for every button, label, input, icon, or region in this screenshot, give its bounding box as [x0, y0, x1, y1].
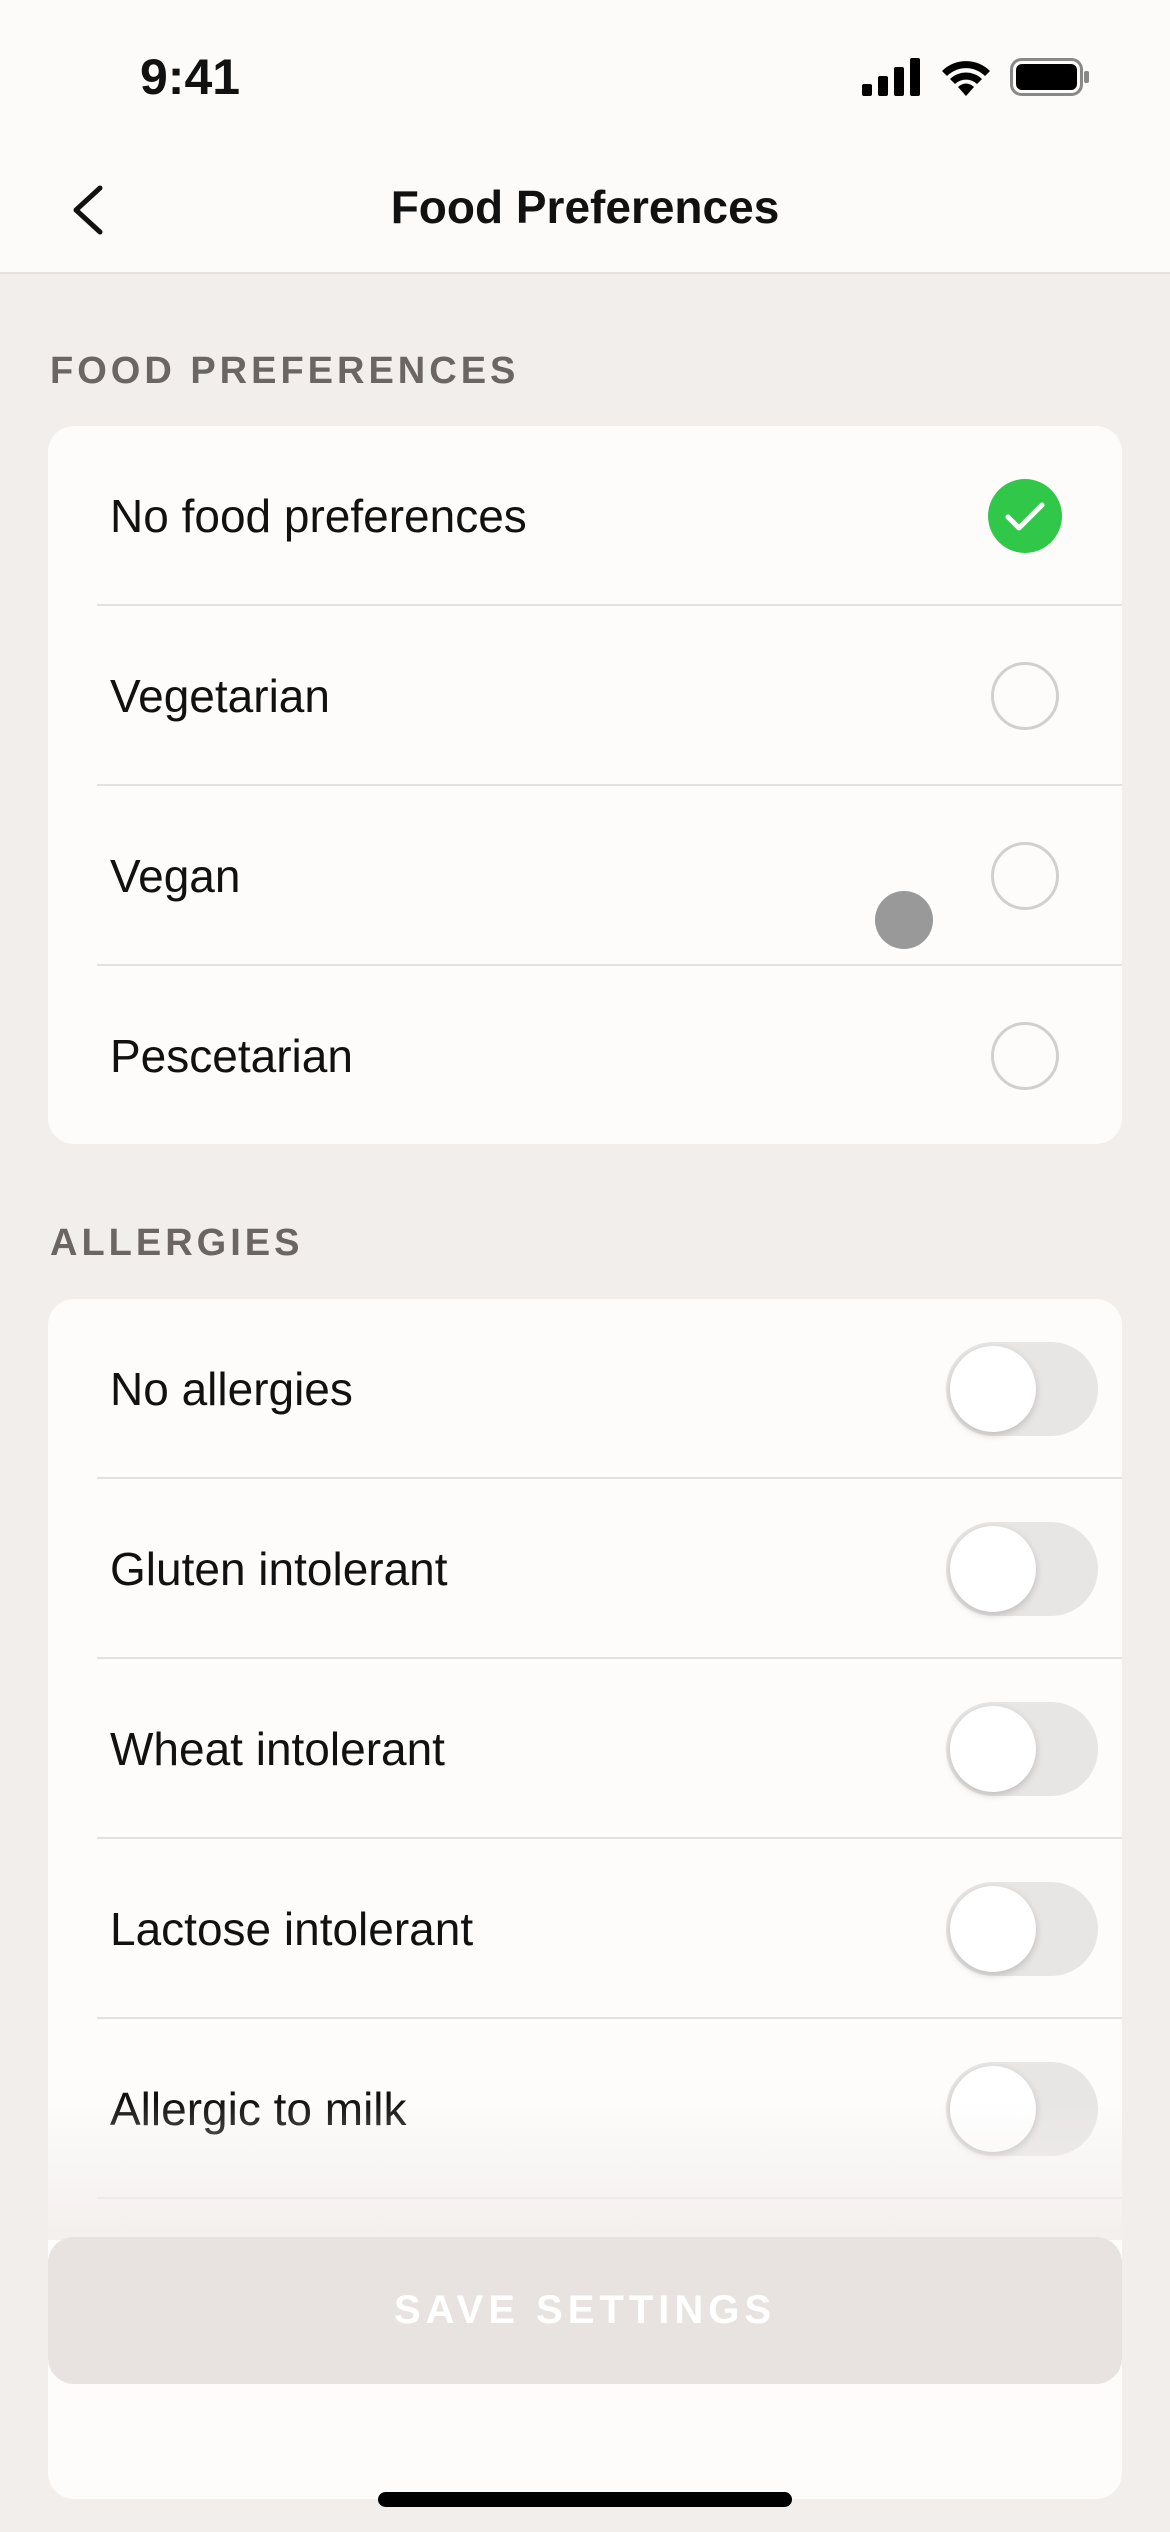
allergy-option: Gluten intolerant: [48, 1479, 1122, 1659]
allergy-option: Wheat intolerant: [48, 1659, 1122, 1839]
option-label: Pescetarian: [110, 1030, 353, 1082]
option-label: Vegan: [110, 850, 241, 902]
food-pref-option[interactable]: Vegan: [48, 786, 1122, 966]
food-preferences-card: No food preferences Vegetarian Vegan Pes…: [48, 426, 1122, 1144]
toggle-switch[interactable]: [946, 1882, 1098, 1976]
checkmark-selected-icon[interactable]: [988, 479, 1062, 553]
food-pref-option[interactable]: Vegetarian: [48, 606, 1122, 786]
toggle-switch[interactable]: [946, 1702, 1098, 1796]
toggle-switch[interactable]: [946, 1342, 1098, 1436]
option-label: Lactose intolerant: [110, 1903, 474, 1955]
option-label: Wheat intolerant: [110, 1723, 445, 1775]
home-indicator[interactable]: [378, 2492, 792, 2507]
save-settings-button[interactable]: SAVE SETTINGS: [48, 2237, 1122, 2384]
food-pref-option[interactable]: Pescetarian: [48, 966, 1122, 1144]
option-label: No food preferences: [110, 490, 527, 542]
allergy-option: Allergic to milk: [48, 2019, 1122, 2199]
touch-indicator: [875, 891, 933, 949]
page-title: Food Preferences: [390, 181, 780, 233]
section-header-allergies: ALLERGIES: [50, 1222, 304, 1264]
option-label: Vegetarian: [110, 670, 330, 722]
allergy-option: Lactose intolerant: [48, 1839, 1122, 2019]
battery-icon: [1010, 58, 1089, 96]
option-label: Allergic to milk: [110, 2083, 407, 2135]
food-pref-option[interactable]: No food preferences: [48, 426, 1122, 606]
wifi-icon: [942, 61, 990, 96]
radio-unselected-icon[interactable]: [991, 662, 1059, 730]
signal-icon: [862, 58, 920, 96]
status-bar: 9:41: [0, 0, 1170, 150]
option-label: Gluten intolerant: [110, 1543, 448, 1595]
nav-bar: Food Preferences: [0, 150, 1170, 274]
allergy-option: No allergies: [48, 1299, 1122, 1479]
section-header-food-preferences: FOOD PREFERENCES: [50, 350, 520, 392]
toggle-switch[interactable]: [946, 2062, 1098, 2156]
radio-unselected-icon[interactable]: [991, 1022, 1059, 1090]
status-time: 9:41: [140, 49, 241, 105]
divider: [97, 2197, 1122, 2199]
radio-unselected-icon[interactable]: [991, 842, 1059, 910]
option-label: No allergies: [110, 1363, 353, 1415]
toggle-switch[interactable]: [946, 1522, 1098, 1616]
